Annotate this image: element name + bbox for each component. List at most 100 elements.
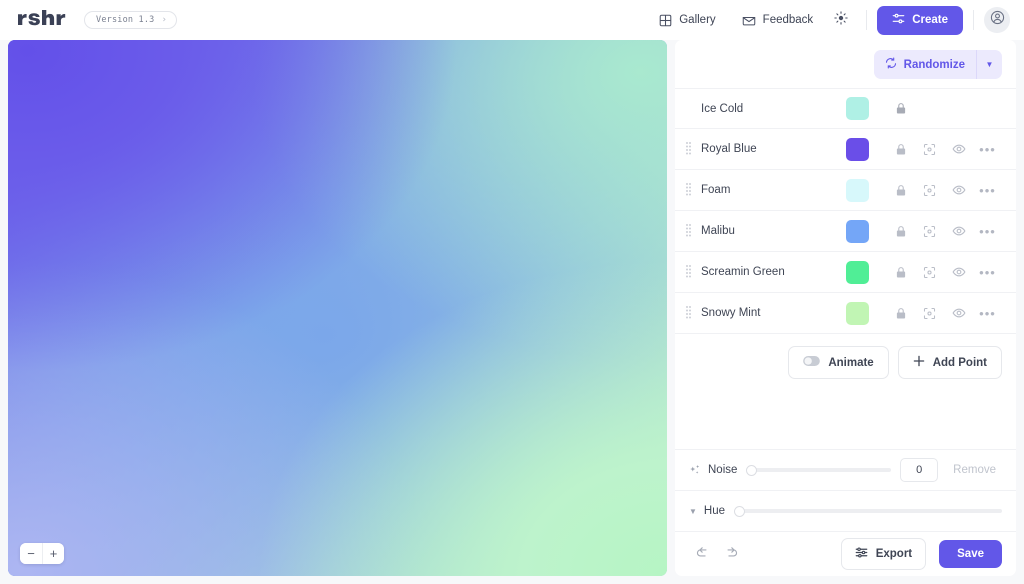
user-avatar-icon — [990, 10, 1005, 30]
drag-handle-icon[interactable] — [681, 223, 695, 239]
eye-icon[interactable] — [944, 259, 973, 285]
panel-toolbar: Randomize ▼ — [675, 40, 1016, 88]
eye-icon[interactable] — [944, 300, 973, 326]
gradient-canvas-area[interactable]: − + — [8, 40, 667, 576]
noise-label-group: Noise — [689, 464, 737, 476]
lock-icon[interactable] — [886, 177, 915, 203]
animate-button[interactable]: Animate — [788, 346, 889, 379]
create-button-label: Create — [912, 14, 948, 26]
export-button[interactable]: Export — [840, 538, 927, 570]
color-stop-name: Ice Cold — [701, 102, 744, 115]
lock-icon[interactable] — [886, 96, 915, 122]
version-badge[interactable]: Version 1.3 › — [84, 11, 178, 29]
grid-icon — [659, 14, 672, 27]
refresh-icon — [885, 57, 897, 72]
noise-slider[interactable] — [746, 463, 892, 477]
color-stop-row[interactable]: Screamin Green ••• — [675, 252, 1016, 293]
noise-remove-button[interactable]: Remove — [947, 460, 1002, 480]
drag-handle-icon[interactable] — [681, 264, 695, 280]
gradient-preview[interactable] — [8, 40, 667, 576]
nav-item-gallery[interactable]: Gallery — [646, 8, 728, 33]
color-swatch[interactable] — [846, 219, 869, 243]
lock-icon[interactable] — [886, 218, 915, 244]
eye-icon[interactable] — [944, 136, 973, 162]
noise-value-input[interactable]: 0 — [900, 458, 939, 482]
chevron-down-icon: ▼ — [985, 60, 994, 69]
lock-icon[interactable] — [886, 300, 915, 326]
target-icon[interactable] — [915, 136, 944, 162]
more-options-icon[interactable]: ••• — [973, 177, 1002, 203]
target-icon-placeholder — [915, 96, 944, 122]
animate-label: Animate — [828, 356, 874, 369]
envelope-icon — [742, 14, 756, 27]
sun-icon — [834, 10, 848, 30]
randomize-button[interactable]: Randomize — [874, 50, 976, 79]
theme-toggle-button[interactable] — [826, 6, 856, 34]
color-swatch[interactable] — [846, 97, 869, 120]
randomize-dropdown-button[interactable]: ▼ — [976, 50, 1002, 79]
undo-arrow-icon — [695, 545, 709, 564]
lock-icon[interactable] — [886, 259, 915, 285]
eye-icon[interactable] — [944, 177, 973, 203]
chevron-right-icon: › — [161, 14, 168, 25]
panel-actions: Animate Add Point — [675, 334, 1016, 391]
target-icon[interactable] — [915, 177, 944, 203]
color-stop-name: Malibu — [701, 225, 735, 237]
zoom-controls: − + — [20, 543, 64, 564]
randomize-group: Randomize ▼ — [873, 50, 1002, 79]
save-button[interactable]: Save — [939, 540, 1002, 568]
randomize-label: Randomize — [903, 58, 965, 71]
hue-slider-knob[interactable] — [734, 505, 746, 517]
app-root: Version 1.3 › Gallery Feedback Create − … — [0, 0, 1024, 584]
drag-handle-icon[interactable] — [681, 182, 695, 198]
noise-control-row: Noise 0 Remove — [675, 449, 1016, 490]
create-button[interactable]: Create — [877, 5, 963, 35]
target-icon[interactable] — [915, 259, 944, 285]
color-stop-name: Foam — [701, 184, 731, 196]
add-point-button[interactable]: Add Point — [897, 346, 1002, 379]
color-swatch[interactable] — [846, 260, 869, 284]
hue-control-row: ▼ Hue — [675, 490, 1016, 531]
more-options-icon[interactable]: ••• — [973, 300, 1002, 326]
color-stop-name: Screamin Green — [701, 266, 785, 278]
app-header: Version 1.3 › Gallery Feedback Create — [0, 0, 1024, 40]
avatar[interactable] — [984, 7, 1010, 33]
lock-icon[interactable] — [886, 136, 915, 162]
export-label: Export — [875, 548, 913, 560]
brand-logo-icon[interactable] — [18, 9, 70, 31]
more-options-icon[interactable]: ••• — [973, 136, 1002, 162]
drag-handle-icon[interactable] — [681, 305, 695, 321]
color-stop-row[interactable]: Ice Cold — [675, 88, 1016, 129]
hue-slider[interactable] — [734, 504, 1002, 518]
eye-icon[interactable] — [944, 218, 973, 244]
color-swatch[interactable] — [846, 137, 869, 161]
drag-handle-icon[interactable] — [681, 141, 695, 157]
editor-panel: Randomize ▼ Ice Cold Royal Blue ••• Foam •••… — [675, 40, 1016, 576]
color-swatch[interactable] — [846, 301, 869, 325]
version-label: Version 1.3 — [96, 15, 155, 25]
noise-slider-knob[interactable] — [746, 464, 758, 476]
more-options-icon[interactable]: ••• — [973, 218, 1002, 244]
toggle-switch-icon — [803, 356, 821, 369]
zoom-in-button[interactable]: + — [42, 543, 64, 564]
redo-button[interactable] — [719, 541, 745, 567]
hue-slider-track — [734, 509, 1002, 513]
zoom-out-button[interactable]: − — [20, 543, 42, 564]
undo-button[interactable] — [689, 541, 715, 567]
target-icon[interactable] — [915, 218, 944, 244]
color-stop-row[interactable]: Royal Blue ••• — [675, 129, 1016, 170]
target-icon[interactable] — [915, 300, 944, 326]
header-right-group: Gallery Feedback Create — [646, 5, 1010, 35]
color-stop-row[interactable]: Snowy Mint ••• — [675, 293, 1016, 334]
nav-item-feedback[interactable]: Feedback — [729, 8, 827, 33]
more-options-placeholder — [973, 96, 1002, 122]
color-swatch[interactable] — [846, 178, 869, 202]
color-stop-row[interactable]: Foam ••• — [675, 170, 1016, 211]
sliders-icon — [892, 12, 905, 28]
caret-down-icon: ▼ — [689, 506, 697, 516]
color-stop-row[interactable]: Malibu ••• — [675, 211, 1016, 252]
hue-label-group[interactable]: ▼ Hue — [689, 505, 725, 517]
export-sliders-icon — [855, 546, 868, 562]
more-options-icon[interactable]: ••• — [973, 259, 1002, 285]
hue-label: Hue — [703, 505, 726, 517]
